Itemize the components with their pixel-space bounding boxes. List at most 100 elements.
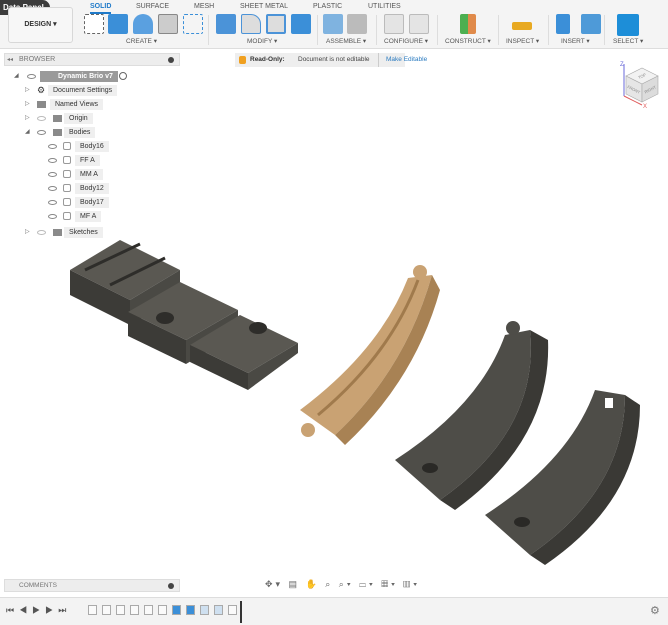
eye-icon[interactable]	[37, 130, 46, 135]
select-icon[interactable]	[617, 14, 639, 36]
timeline-feature[interactable]	[130, 605, 139, 615]
gear-icon: ⚙	[37, 85, 46, 95]
eye-icon[interactable]	[48, 172, 57, 177]
insert-derive-icon[interactable]	[556, 14, 570, 34]
tree-item-origin[interactable]: Origin	[64, 113, 93, 124]
tree-item-body[interactable]: MF A	[75, 211, 102, 222]
tree-item-body[interactable]: Body17	[75, 197, 109, 208]
sketch-icon[interactable]	[84, 14, 104, 34]
shell-icon[interactable]	[266, 14, 286, 34]
navigation-bar[interactable]: ✥▾ ▤ ✋ ⌕ ⌕▾ ▭▾ ▦▾ ▥▾	[265, 579, 420, 592]
3d-viewport[interactable]	[0, 230, 668, 570]
make-editable-link[interactable]: Make Editable	[386, 53, 427, 67]
go-to-start-button[interactable]: ⏮	[6, 605, 19, 615]
axis-x-label: X	[643, 104, 647, 110]
go-to-end-button[interactable]: ⏭	[58, 605, 71, 615]
hole-icon[interactable]	[158, 14, 178, 34]
lock-icon	[239, 56, 246, 64]
tree-root[interactable]: Dynamic Brio v7	[40, 71, 118, 82]
joint-icon[interactable]	[347, 14, 367, 34]
tree-item-body[interactable]: MM A	[75, 169, 103, 180]
step-forward-button[interactable]: ▶	[45, 605, 58, 615]
revolve-icon[interactable]	[133, 14, 153, 34]
create-menu[interactable]: CREATE ▾	[126, 37, 157, 45]
eye-icon[interactable]	[48, 214, 57, 219]
timeline-feature[interactable]	[186, 605, 195, 615]
configure-icon[interactable]	[384, 14, 404, 34]
timeline-feature[interactable]	[214, 605, 223, 615]
collapse-icon[interactable]: ◂◂	[7, 54, 13, 66]
extrude-icon[interactable]	[108, 14, 128, 34]
eye-icon[interactable]	[27, 74, 36, 79]
browser-title: BROWSER	[19, 56, 56, 63]
tab-plastic[interactable]: PLASTIC	[313, 3, 342, 10]
tree-item-body[interactable]: Body12	[75, 183, 109, 194]
eye-icon[interactable]	[48, 186, 57, 191]
timeline-feature[interactable]	[144, 605, 153, 615]
toolbar: Data Panel DESIGN ▾ SOLID SURFACE MESH S…	[0, 0, 668, 49]
body-icon	[63, 156, 71, 164]
eye-icon[interactable]	[48, 200, 57, 205]
inspect-menu[interactable]: INSPECT ▾	[506, 37, 539, 45]
browser-panel-header[interactable]: ◂◂ BROWSER	[4, 53, 180, 66]
select-menu[interactable]: SELECT ▾	[613, 37, 643, 45]
body-icon	[63, 212, 71, 220]
measure-icon[interactable]	[512, 22, 532, 30]
construct-menu[interactable]: CONSTRUCT ▾	[445, 37, 491, 45]
timeline-feature[interactable]	[102, 605, 111, 615]
tab-solid[interactable]: SOLID	[90, 3, 112, 14]
timeline-feature[interactable]	[228, 605, 237, 615]
tree-item-document-settings[interactable]: Document Settings	[48, 85, 118, 96]
fillet-icon[interactable]	[241, 14, 261, 34]
tree-item-body[interactable]: Body16	[75, 141, 109, 152]
insert-menu[interactable]: INSERT ▾	[561, 37, 590, 45]
body-icon	[63, 184, 71, 192]
tab-surface[interactable]: SURFACE	[136, 3, 169, 10]
timeline-feature[interactable]	[200, 605, 209, 615]
comments-panel-header[interactable]: COMMENTS	[4, 579, 180, 592]
assemble-menu[interactable]: ASSEMBLE ▾	[326, 37, 366, 45]
tab-sheet-metal[interactable]: SHEET METAL	[240, 3, 288, 10]
eye-icon[interactable]	[37, 116, 46, 121]
timeline-feature[interactable]	[158, 605, 167, 615]
pattern-icon[interactable]	[183, 14, 203, 34]
body-icon	[63, 142, 71, 150]
modify-menu[interactable]: MODIFY ▾	[247, 37, 277, 45]
body-icon	[63, 170, 71, 178]
timeline-feature[interactable]	[116, 605, 125, 615]
readonly-banner: Read-Only: Document is not editable Make…	[235, 53, 427, 67]
eye-icon[interactable]	[48, 144, 57, 149]
press-pull-icon[interactable]	[216, 14, 236, 34]
activate-radio-icon[interactable]	[119, 72, 127, 80]
configure-table-icon[interactable]	[409, 14, 429, 34]
timeline-marker[interactable]	[240, 601, 242, 623]
body-icon	[63, 198, 71, 206]
new-component-icon[interactable]	[323, 14, 343, 34]
configure-menu[interactable]: CONFIGURE ▾	[384, 37, 428, 45]
pin-icon[interactable]	[168, 583, 174, 589]
tree-item-bodies[interactable]: Bodies	[64, 127, 96, 138]
folder-icon	[37, 101, 46, 108]
step-back-button[interactable]: ◀	[19, 605, 32, 615]
timeline-controls[interactable]: ⏮◀▶▶⏭	[6, 605, 71, 616]
gear-icon[interactable]: ⚙	[650, 604, 660, 617]
viewcube[interactable]: TOP FRONT RIGHT Z X	[612, 58, 668, 110]
insert-image-icon[interactable]	[581, 14, 601, 34]
timeline-feature[interactable]	[172, 605, 181, 615]
combine-icon[interactable]	[291, 14, 311, 34]
tree-item-body[interactable]: FF A	[75, 155, 100, 166]
readonly-message: Document is not editable	[298, 56, 370, 63]
eye-icon[interactable]	[48, 158, 57, 163]
tree-item-named-views[interactable]: Named Views	[50, 99, 104, 110]
plane-icon[interactable]	[460, 14, 476, 34]
timeline: ⏮◀▶▶⏭ ⚙	[0, 597, 668, 625]
pin-icon[interactable]	[168, 57, 174, 63]
timeline-feature[interactable]	[88, 605, 97, 615]
curved-track-gray-1[interactable]	[395, 321, 549, 510]
tab-mesh[interactable]: MESH	[194, 3, 214, 10]
tab-utilities[interactable]: UTILITIES	[368, 3, 401, 10]
play-button[interactable]: ▶	[32, 605, 45, 615]
workspace-switcher[interactable]: DESIGN ▾	[8, 7, 73, 43]
readonly-label: Read-Only:	[250, 56, 285, 63]
curved-track-wood[interactable]	[300, 265, 440, 445]
